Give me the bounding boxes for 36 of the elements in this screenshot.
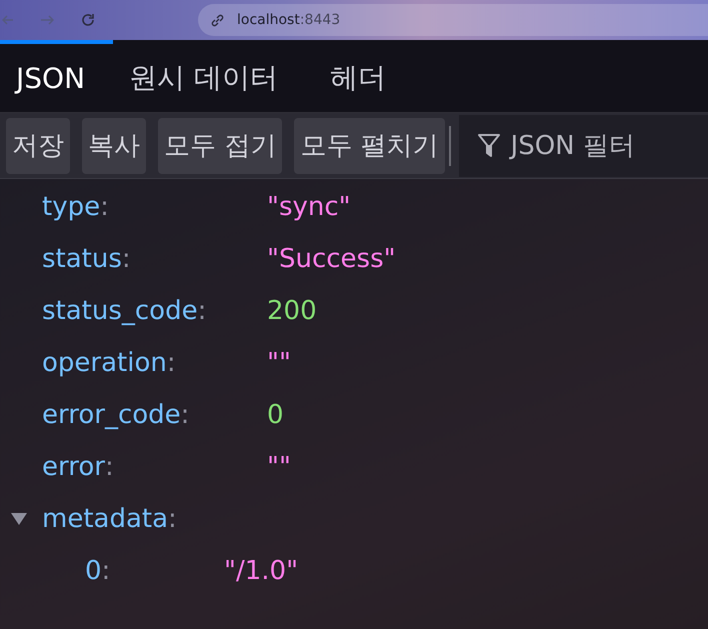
colon: : <box>122 244 131 274</box>
reload-icon[interactable] <box>80 12 96 28</box>
colon: : <box>104 452 114 482</box>
tab[interactable]: 헤더 <box>314 40 402 112</box>
json-value: "Success" <box>267 244 396 274</box>
json-value: "" <box>267 348 291 378</box>
colon: : <box>198 296 206 326</box>
json-value: "" <box>267 452 291 482</box>
colon: : <box>168 504 177 534</box>
filter-icon <box>476 132 501 158</box>
toolbar-button[interactable]: 모두 펼치기 <box>294 118 445 174</box>
json-key: status_code <box>42 296 198 326</box>
json-value: "sync" <box>267 192 351 222</box>
json-value: 0 <box>267 400 284 430</box>
link-icon <box>210 12 225 28</box>
json-key: type <box>42 192 100 222</box>
toolbar-button[interactable]: 모두 접기 <box>158 118 282 174</box>
toolbar-button[interactable]: 복사 <box>82 118 146 174</box>
json-key: status <box>42 244 122 274</box>
caret-down-icon[interactable] <box>10 512 28 526</box>
json-key: error_code <box>42 400 181 430</box>
colon: : <box>180 400 190 430</box>
address-bar[interactable]: localhost:8443 <box>198 4 708 36</box>
json-key: operation <box>42 348 167 378</box>
json-value: 200 <box>267 296 317 326</box>
colon: : <box>102 556 110 586</box>
colon: : <box>166 348 176 378</box>
filter-field[interactable]: JSON 필터 <box>458 114 708 176</box>
json-key: 0 <box>85 556 102 586</box>
url-text: localhost:8443 <box>237 12 340 28</box>
json-value: "/1.0" <box>224 556 298 586</box>
tab[interactable]: 원시 데이터 <box>113 40 294 112</box>
toolbar-button[interactable]: 저장 <box>6 118 70 174</box>
json-key: metadata <box>42 504 168 534</box>
json-key: error <box>42 452 105 482</box>
colon: : <box>100 192 109 222</box>
